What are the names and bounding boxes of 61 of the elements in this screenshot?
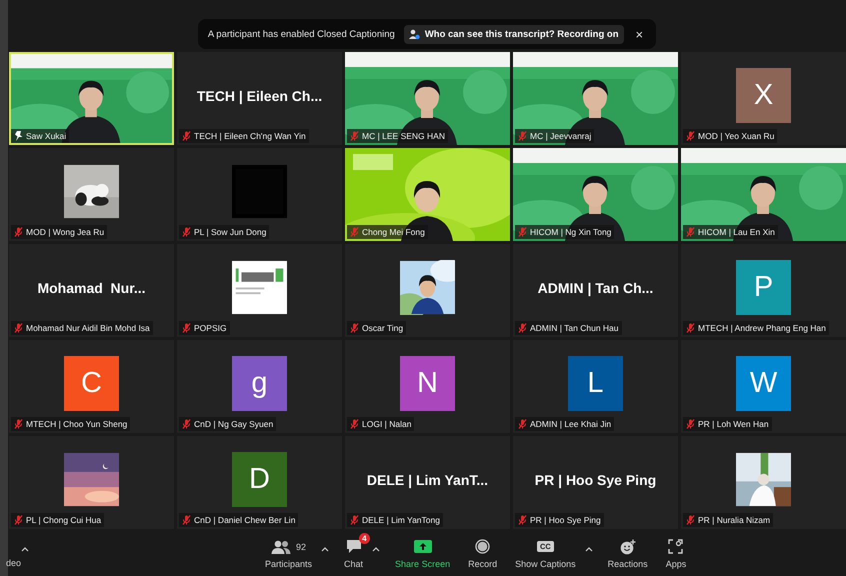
caret-icon[interactable] [372,546,380,552]
participant-name: MTECH | Andrew Phang Eng Han [698,323,826,333]
avatar: N [400,356,455,411]
participant-name: CnD | Ng Gay Syuen [194,419,274,429]
participant-count: 92 [296,542,306,552]
participant-name: PR | Loh Wen Han [698,419,769,429]
participant-name: HICOM | Lau En Xin [698,227,775,237]
avatar: X [736,68,791,123]
participant-name: LOGI | Nalan [362,419,412,429]
record-icon [475,539,490,554]
participant-name: MC | LEE SENG HAN [362,131,445,141]
person-icon [408,28,420,40]
close-button[interactable]: × [632,26,646,42]
participant-name: DELE | Lim YanT... [366,472,488,488]
participant-name: DELE | Lim YanTong [362,515,440,525]
apps-button[interactable]: Apps [656,532,696,569]
apps-icon [668,539,684,554]
participant-name: PR | Hoo Sye Ping [530,515,601,525]
video-button[interactable]: deo [6,558,22,568]
caret-icon[interactable] [21,546,29,552]
smiley-icon [620,538,636,554]
participant-name: TECH | Eileen Ch... [196,88,322,104]
avatar: C [64,356,119,411]
participant-name: Mohamad Nur Aidil Bin Mohd Isa [26,323,150,333]
participant-name: Mohamad Nur... [37,280,146,296]
chat-icon [346,539,362,554]
avatar: W [736,356,791,411]
transcript-button[interactable]: Who can see this transcript? Recording on [404,24,624,44]
participant-name: POPSIG [194,323,227,333]
participant-name: TECH | Eileen Ch'ng Wan Yin [194,131,306,141]
reactions-button[interactable]: Reactions [598,532,657,569]
record-button[interactable]: Record [459,532,506,569]
avatar: g [232,356,287,411]
chat-button[interactable]: 4 Chat [335,532,372,569]
participant-name: PL | Chong Cui Hua [26,515,102,525]
avatar: L [568,356,623,411]
avatar: D [232,452,287,507]
participant-name: MC | Jeevvanraj [530,131,592,141]
participant-name: ADMIN | Lee Khai Jin [530,419,612,429]
participant-name: PR | Hoo Sye Ping [534,472,656,488]
participant-name: PR | Nuralia Nizam [698,515,770,525]
participant-name: HICOM | Ng Xin Tong [530,227,612,237]
participant-name: ADMIN | Tan Chun Hau [530,323,619,333]
unread-badge: 4 [359,533,370,544]
participant-name: CnD | Daniel Chew Ber Lin [194,515,296,525]
notification-text: A participant has enabled Closed Captioning [208,28,395,40]
avatar: P [736,260,791,315]
participant-name: Oscar Ting [362,323,404,333]
caret-icon[interactable] [584,546,593,552]
share-screen-button[interactable]: Share Screen [386,532,460,569]
participant-name: MOD | Yeo Xuan Ru [698,131,774,141]
participant-name: PL | Sow Jun Dong [194,227,266,237]
participants-button[interactable]: 92 Participants [256,532,322,569]
participant-name: Chong Mei Fong [362,227,425,237]
caret-icon[interactable] [321,546,330,552]
participant-name: MTECH | Choo Yun Sheng [26,419,128,429]
participant-name: Saw Xukai [26,131,66,141]
participants-icon [271,540,291,554]
participant-name: MOD | Wong Jea Ru [26,227,104,237]
share-screen-icon [414,540,432,553]
participant-name: ADMIN | Tan Ch... [538,280,654,296]
